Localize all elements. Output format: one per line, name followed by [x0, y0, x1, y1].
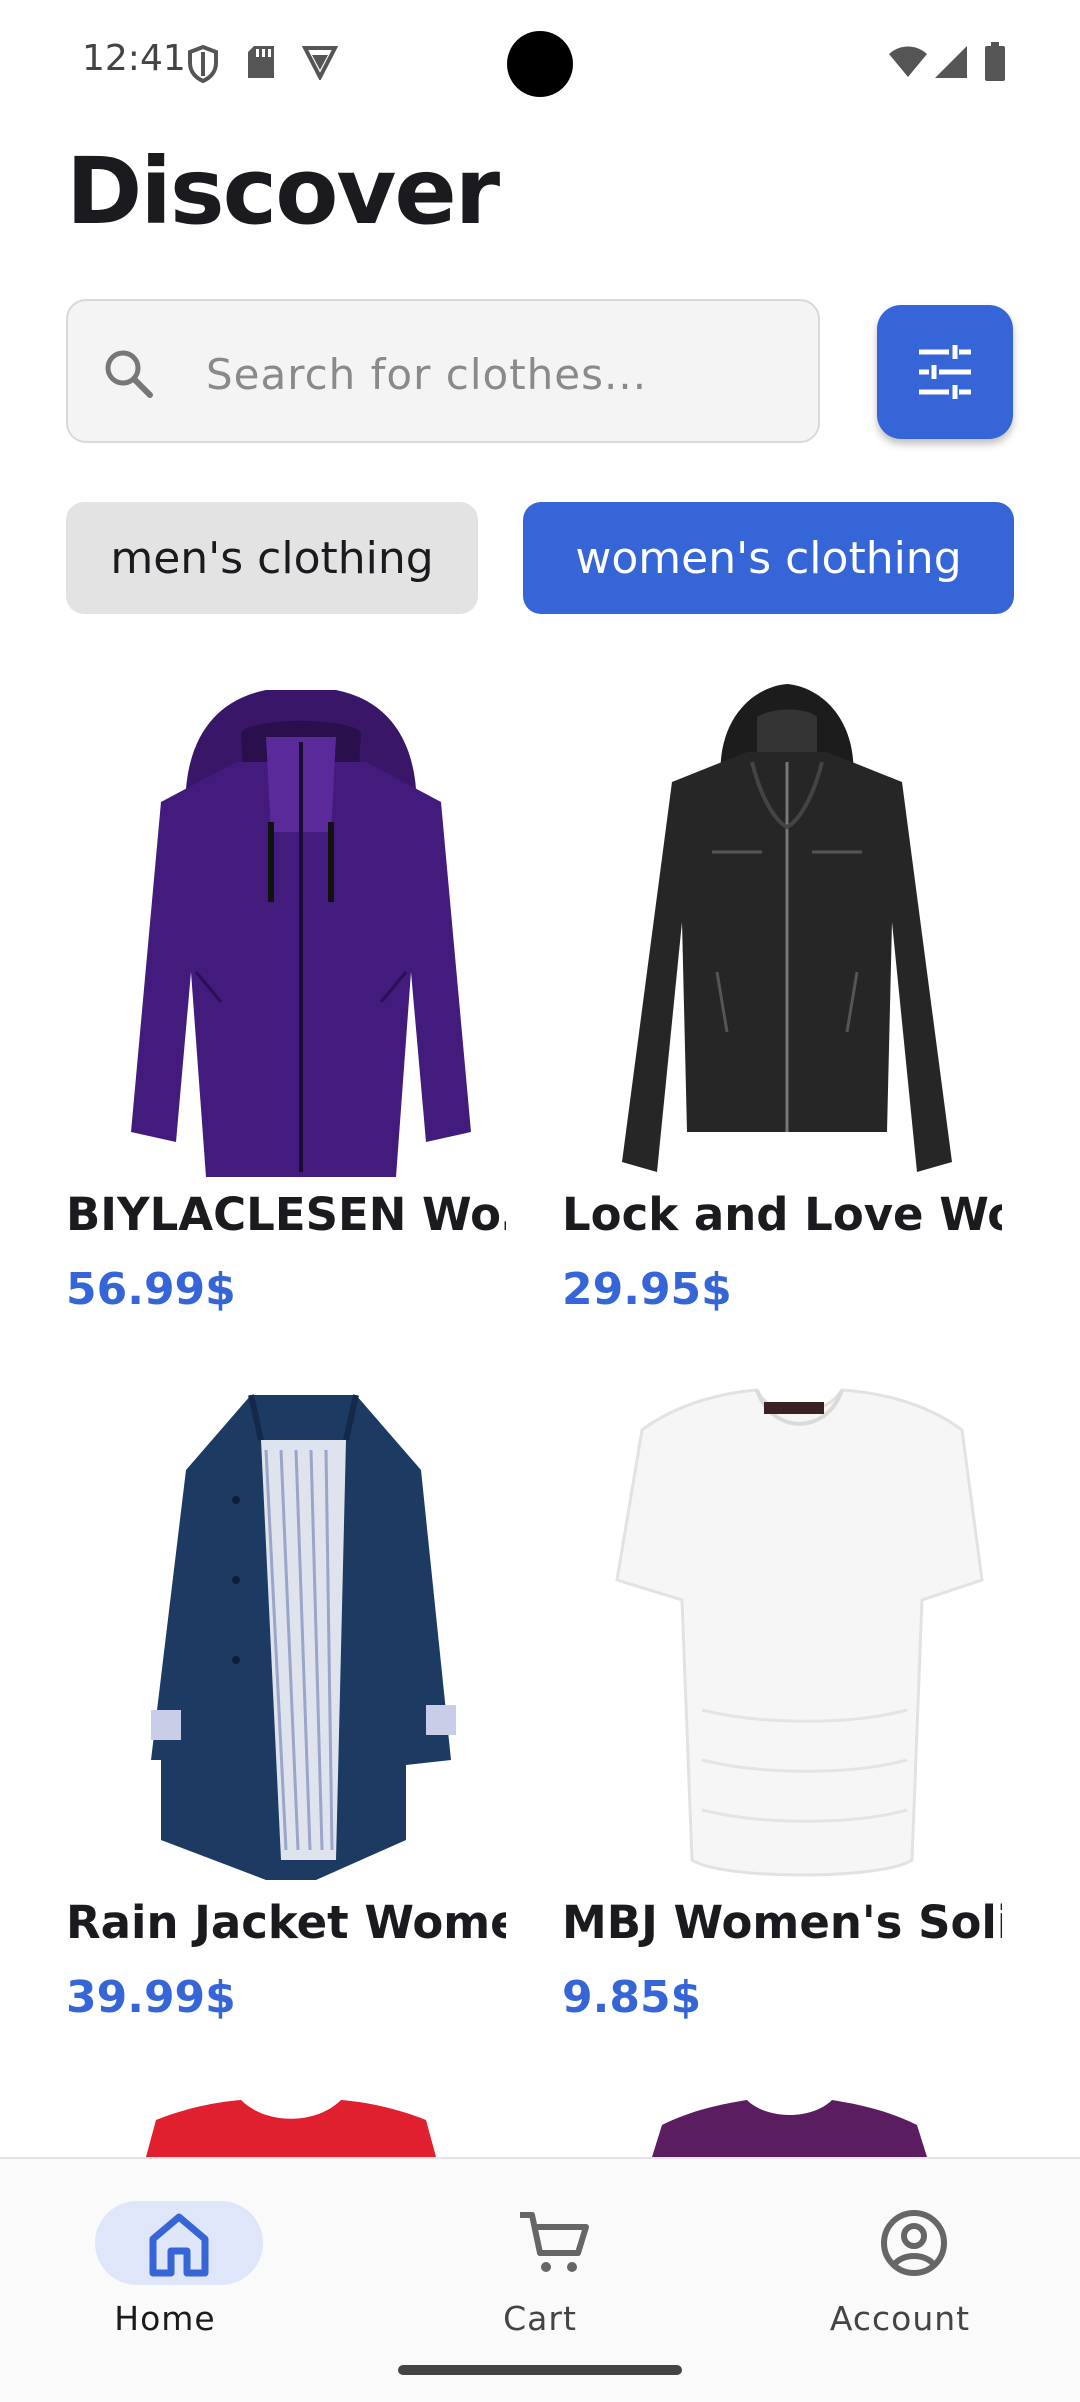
chip-label: men's clothing	[110, 532, 434, 584]
product-name: Lock and Love Wo…	[562, 1188, 1002, 1241]
product-name: MBJ Women's Soli…	[562, 1896, 1002, 1949]
product-image	[131, 690, 471, 1177]
sd-card-icon	[248, 46, 274, 78]
home-icon	[149, 2213, 209, 2277]
product-card-partial[interactable]	[562, 2100, 1032, 2157]
nav-label: Cart	[503, 2299, 577, 2338]
product-price: 29.95$	[562, 1264, 732, 1315]
product-price: 39.99$	[66, 1972, 236, 2023]
battery-icon	[985, 42, 1005, 81]
filter-button[interactable]	[877, 305, 1013, 439]
search-box[interactable]	[66, 299, 820, 443]
nav-cart[interactable]: Cart	[390, 2179, 690, 2338]
product-card[interactable]: Rain Jacket Wome… 39.99$	[66, 1380, 536, 2060]
product-price: 9.85$	[562, 1972, 702, 2023]
nav-label: Account	[829, 2299, 971, 2338]
product-card[interactable]: BIYLACLESEN Wo… 56.99$	[66, 672, 536, 1352]
wifi-icon	[889, 46, 927, 77]
category-chip-mens-clothing[interactable]: men's clothing	[66, 502, 478, 614]
account-icon	[881, 2210, 947, 2276]
chip-label: women's clothing	[575, 532, 962, 584]
category-chip-womens-clothing[interactable]: women's clothing	[523, 502, 1014, 614]
product-card-partial[interactable]	[66, 2100, 536, 2157]
product-image	[615, 1388, 984, 1877]
search-input[interactable]	[204, 339, 798, 409]
product-image	[146, 2100, 436, 2157]
home-indicator[interactable]	[398, 2365, 682, 2375]
status-time: 12:41	[82, 38, 186, 79]
cart-icon	[520, 2212, 589, 2272]
cellular-signal-icon	[935, 46, 967, 78]
page-title: Discover	[66, 138, 500, 245]
product-image	[151, 1394, 456, 1880]
product-name: BIYLACLESEN Wo…	[66, 1188, 506, 1241]
product-image	[622, 684, 952, 1172]
nav-label: Home	[114, 2299, 216, 2338]
tune-icon	[919, 345, 971, 399]
shield-icon	[188, 44, 218, 84]
vpn-icon	[302, 46, 338, 80]
status-bar: 12:41	[0, 0, 1080, 130]
product-card[interactable]: MBJ Women's Soli… 9.85$	[562, 1380, 1032, 2060]
product-price: 56.99$	[66, 1264, 236, 1315]
nav-account[interactable]: Account	[750, 2179, 1050, 2338]
nav-home[interactable]: Home	[15, 2179, 315, 2338]
product-name: Rain Jacket Wome…	[66, 1896, 506, 1949]
camera-cutout	[507, 31, 573, 97]
search-icon	[105, 350, 153, 398]
product-image	[652, 2100, 927, 2157]
product-card[interactable]: Lock and Love Wo… 29.95$	[562, 672, 1032, 1352]
